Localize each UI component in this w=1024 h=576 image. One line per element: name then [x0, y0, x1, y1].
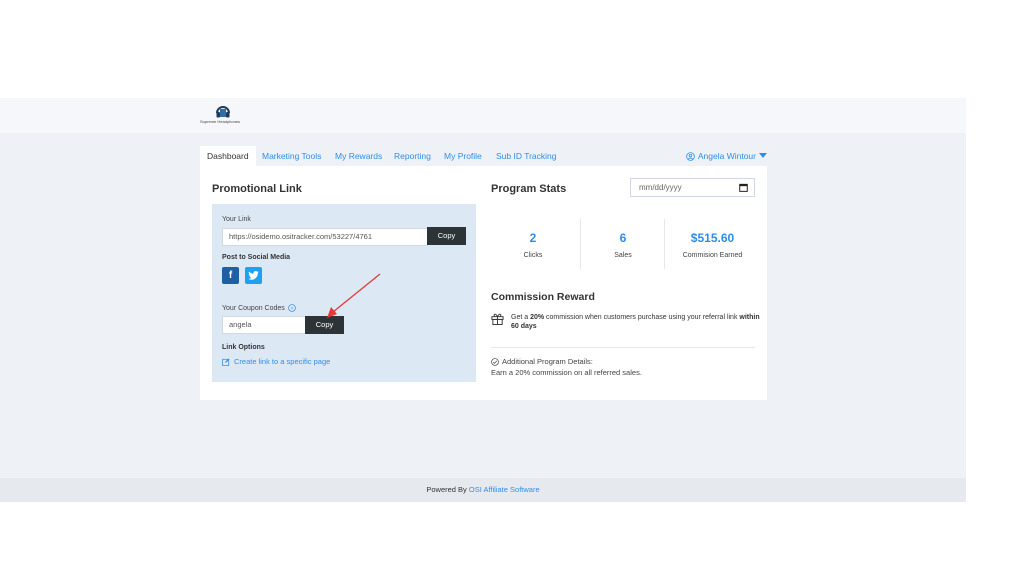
tab-sub-id-tracking[interactable]: Sub ID Tracking: [496, 146, 556, 166]
brand-name: Supreme Headphones: [200, 119, 241, 124]
reward-percent: 20%: [530, 314, 545, 321]
check-circle-icon: [491, 357, 499, 366]
user-name: Angela Wintour: [697, 151, 756, 161]
referral-link-field[interactable]: https://osidemo.ositracker.com/53227/476…: [222, 228, 428, 246]
dashboard-card: Promotional Link Your Link https://oside…: [200, 166, 767, 400]
help-circle-icon[interactable]: ?: [287, 304, 296, 312]
your-link-label: Your Link: [222, 216, 251, 223]
stat-label: Commision Earned: [682, 252, 743, 259]
tab-reporting[interactable]: Reporting: [394, 146, 431, 166]
copy-link-button[interactable]: Copy: [427, 227, 466, 245]
commission-reward-title: Commission Reward: [491, 291, 595, 303]
stat-label: Clicks: [523, 252, 543, 259]
promo-panel: Your Link https://osidemo.ositracker.com…: [212, 204, 476, 382]
user-menu[interactable]: Angela Wintour: [686, 146, 767, 166]
stat-sales: 6 Sales: [581, 231, 665, 259]
coupon-codes-label: Your Coupon Codes: [222, 304, 285, 312]
tab-my-profile[interactable]: My Profile: [444, 146, 482, 166]
edit-square-icon: [222, 357, 230, 366]
reward-text-part: Get a: [511, 314, 531, 321]
gift-icon: [491, 313, 504, 325]
reward-divider: [491, 347, 755, 348]
svg-text:?: ?: [290, 306, 293, 312]
date-placeholder: mm/dd/yyyy: [639, 183, 682, 192]
stat-clicks: 2 Clicks: [491, 231, 575, 259]
brand-logo[interactable]: Supreme Headphones: [200, 105, 248, 127]
twitter-share-button[interactable]: [245, 267, 262, 284]
calendar-icon[interactable]: [739, 183, 748, 192]
footer-prefix: Powered By: [426, 485, 469, 494]
app-root: Supreme Headphones Dashboard Marketing T…: [0, 98, 966, 502]
program-details: Additional Program Details: Earn a 20% c…: [491, 356, 642, 378]
stat-value: 6: [619, 231, 627, 245]
program-details-text: Earn a 20% commission on all referred sa…: [491, 368, 642, 377]
stat-commission: $515.60 Commision Earned: [665, 231, 760, 259]
stat-value: 2: [529, 231, 537, 245]
facebook-share-button[interactable]: f: [222, 267, 239, 284]
reward-description: Get a 20% commission when customers purc…: [511, 313, 761, 331]
footer: Powered By OSI Affiliate Software: [0, 478, 966, 502]
date-filter-input[interactable]: mm/dd/yyyy: [630, 178, 755, 197]
program-details-header: Additional Program Details:: [491, 356, 642, 367]
create-link-label: Create link to a specific page: [234, 357, 331, 366]
stat-value: $515.60: [690, 231, 735, 245]
facebook-icon: f: [228, 270, 233, 281]
promotional-link-title: Promotional Link: [212, 183, 302, 195]
coupon-code-field[interactable]: angela: [222, 316, 306, 334]
copy-coupon-button[interactable]: Copy: [305, 316, 344, 334]
tab-dashboard[interactable]: Dashboard: [200, 146, 256, 166]
create-link-button[interactable]: Create link to a specific page: [222, 357, 330, 366]
user-circle-icon: [686, 151, 695, 161]
tab-my-rewards[interactable]: My Rewards: [335, 146, 382, 166]
coupon-codes-label-row: Your Coupon Codes ?: [222, 304, 296, 312]
footer-link[interactable]: OSI Affiliate Software: [469, 485, 540, 494]
twitter-icon: [248, 271, 259, 280]
top-bar: Supreme Headphones: [0, 98, 966, 133]
social-media-label: Post to Social Media: [222, 254, 291, 261]
headphones-logo-icon: [216, 106, 230, 118]
reward-text-part: commission when customers purchase using…: [544, 314, 740, 321]
tab-marketing-tools[interactable]: Marketing Tools: [262, 146, 321, 166]
program-details-title: Additional Program Details:: [502, 357, 593, 366]
caret-down-icon: [759, 153, 767, 158]
stat-label: Sales: [614, 252, 632, 259]
link-options-label: Link Options: [222, 344, 265, 351]
program-stats-title: Program Stats: [491, 183, 567, 195]
nav-tabs: Dashboard Marketing Tools My Rewards Rep…: [200, 146, 767, 166]
